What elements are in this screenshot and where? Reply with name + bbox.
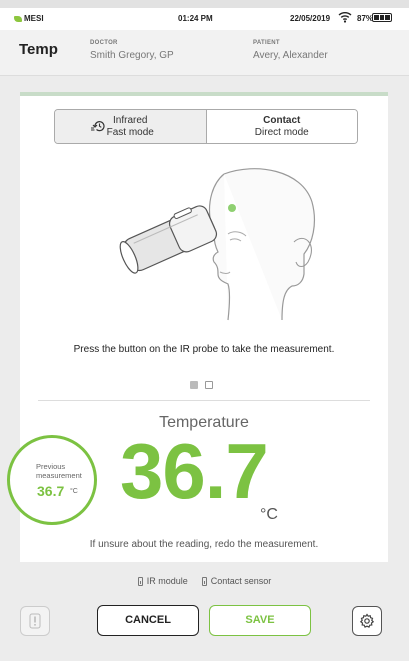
temperature-unit: °C — [260, 506, 278, 523]
header: Temp DOCTOR Smith Gregory, GP PATIENT Av… — [0, 30, 409, 76]
advice-text: If unsure about the reading, redo the me… — [89, 539, 319, 550]
status-date: 22/05/2019 — [290, 14, 331, 23]
page-indicator — [190, 381, 213, 389]
page-title: Temp — [19, 41, 58, 58]
contact-sensor-label: Contact sensor — [210, 576, 272, 586]
previous-value: 36.7 — [37, 483, 65, 499]
top-strip — [0, 0, 409, 8]
page-dot-2[interactable] — [205, 381, 213, 389]
wifi-icon — [338, 12, 352, 23]
mode-selector: Infrared Fast mode Contact Direct mode — [54, 109, 358, 144]
battery-icon — [137, 576, 143, 586]
mode-infrared-title: Infrared — [113, 115, 148, 126]
mode-infrared-subtitle: Fast mode — [106, 127, 154, 138]
history-icon — [91, 121, 105, 132]
mode-infrared[interactable]: Infrared Fast mode — [55, 110, 207, 143]
previous-unit: °C — [70, 488, 78, 495]
previous-measurement[interactable]: Previous measurement 36.7 °C — [7, 435, 97, 525]
ir-module-label: IR module — [146, 576, 188, 586]
instruction-text: Press the button on the IR probe to take… — [73, 344, 335, 355]
status-time: 01:24 PM — [178, 14, 213, 23]
module-status: IR module Contact sensor — [0, 576, 409, 586]
gear-icon — [359, 613, 375, 628]
save-button[interactable]: SAVE — [209, 605, 311, 636]
doctor-label: DOCTOR — [90, 40, 118, 46]
battery-icon — [372, 13, 392, 22]
alert-button[interactable] — [20, 606, 50, 636]
brand-logo: MESI — [14, 14, 44, 23]
previous-label: Previous measurement — [36, 462, 82, 480]
settings-button[interactable] — [352, 606, 382, 636]
leaf-icon — [14, 15, 22, 22]
doctor-name: Smith Gregory, GP — [90, 50, 174, 61]
previous-label-line2: measurement — [36, 471, 82, 480]
contact-sensor-status: Contact sensor — [201, 576, 272, 586]
mode-contact-title: Contact — [263, 115, 301, 126]
mode-contact-subtitle: Direct mode — [254, 127, 309, 138]
mode-contact[interactable]: Contact Direct mode — [206, 110, 357, 143]
battery-icon — [201, 576, 207, 586]
brand-name: MESI — [24, 14, 44, 23]
page-dot-1[interactable] — [190, 381, 198, 389]
divider — [38, 400, 370, 401]
status-bar: MESI 01:24 PM 22/05/2019 87% — [0, 8, 409, 30]
cancel-button[interactable]: CANCEL — [97, 605, 199, 636]
ir-module-status: IR module — [137, 576, 188, 586]
alert-icon — [29, 613, 41, 629]
patient-label: PATIENT — [253, 40, 280, 46]
temperature-value: 36.7 — [120, 427, 269, 515]
patient-name: Avery, Alexander — [253, 50, 328, 61]
previous-label-line1: Previous — [36, 462, 66, 471]
battery-percent: 87% — [357, 14, 374, 23]
ir-probe-illustration — [119, 168, 316, 321]
